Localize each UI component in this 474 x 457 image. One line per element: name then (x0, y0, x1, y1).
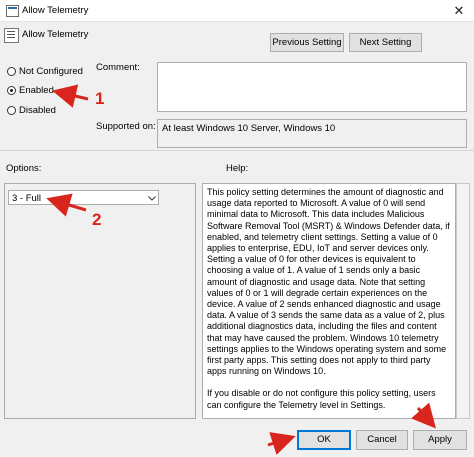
annotation-overlay (46, 84, 436, 455)
annotation-marker-2: 2 (92, 210, 102, 229)
annotation-arrow-apply (411, 402, 436, 429)
annotation-marker-1: 1 (95, 89, 105, 108)
annotation-arrow-1 (52, 84, 89, 108)
annotation-arrow-ok (267, 432, 296, 455)
annotation-arrow-2 (46, 193, 87, 217)
